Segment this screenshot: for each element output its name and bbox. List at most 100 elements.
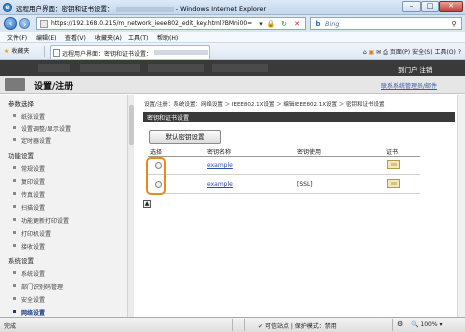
sidebar-section-function-settings: 功能设置	[8, 152, 34, 160]
column-header-key-usage: 密钥使用	[297, 149, 322, 156]
magnifier-icon[interactable]: ⚲	[449, 19, 459, 29]
certificate-icon[interactable]	[387, 179, 400, 188]
redacted-text	[212, 64, 268, 72]
tab-title: 远程用户界面：密钥和证书设置：	[62, 51, 153, 58]
stop-icon[interactable]: ✕	[292, 19, 302, 29]
sidebar-item-printer-settings[interactable]: 打印机设置	[13, 229, 51, 238]
zoom-level[interactable]: 🔍 100% ▾	[411, 321, 443, 328]
close-button[interactable]: ✕	[439, 1, 463, 12]
sidebar-item-paper-settings[interactable]: 纸张设置	[13, 112, 45, 121]
menu-help[interactable]: 帮助(H)	[157, 33, 178, 42]
key-name-link[interactable]: example	[207, 162, 233, 169]
page-scrollbar[interactable]	[457, 95, 465, 317]
app-top-bar: 到门户 注销	[0, 60, 465, 76]
sidebar-item-system-settings[interactable]: 系统设置	[13, 269, 45, 278]
favorites-bar: ★ 收藏夹 远程用户界面：密钥和证书设置： ⌂ ▣ ✉ ⎙ 页面(P) 安全(S…	[0, 43, 465, 60]
favorites-label: 收藏夹	[11, 48, 30, 55]
sidebar-item-timer-settings[interactable]: 定时器设置	[13, 136, 51, 145]
sidebar-item-department-id[interactable]: 部门识别码管理	[13, 282, 63, 291]
bing-icon: b	[315, 20, 321, 28]
favorites-button[interactable]: ★ 收藏夹	[4, 46, 29, 55]
dropdown-arrow-icon: ▾	[439, 321, 443, 328]
search-box[interactable]: b Bing ⚲	[310, 17, 462, 30]
page-icon	[40, 20, 48, 28]
window-title-bar: e 远程用户界面：密钥和证书设置： - Windows Internet Exp…	[0, 0, 465, 15]
tools-menu[interactable]: 工具(O)	[434, 49, 455, 56]
section-header: 密钥和证书设置	[143, 112, 455, 122]
key-usage: [SSL]	[297, 181, 313, 188]
column-header-select: 选择	[150, 149, 163, 156]
sidebar-item-access-print-settings[interactable]: 功能更新打印设置	[13, 216, 69, 225]
sidebar-scroll-thumb[interactable]	[129, 105, 134, 145]
internet-explorer-icon: e	[3, 3, 12, 12]
check-icon: ✔	[258, 323, 264, 330]
back-button[interactable]: ‹	[4, 17, 17, 30]
key-table: 选择 密钥名称 密钥使用 证书 example example [SSL]	[148, 147, 420, 197]
security-zone[interactable]: ✔ 可信站点 | 保护模式：禁用	[258, 321, 337, 330]
command-bar: ⌂ ▣ ✉ ⎙ 页面(P) 安全(S) 工具(O) ?	[363, 47, 461, 57]
sidebar-section-system-settings: 系统设置	[8, 257, 34, 265]
menu-view[interactable]: 查看(V)	[65, 33, 86, 42]
sidebar-item-scan-settings[interactable]: 扫描设置	[13, 203, 45, 212]
sidebar-item-network-settings[interactable]: 网络设置	[13, 308, 45, 317]
menu-bar: 文件(F) 编辑(E) 查看(V) 收藏夹(A) 工具(T) 帮助(H)	[0, 32, 465, 43]
lock-icon[interactable]: 🔒	[266, 19, 276, 29]
sidebar: 参数选择 纸张设置 设置调整/显示设置 定时器设置 功能设置 常规设置 复印设置…	[0, 95, 134, 317]
menu-edit[interactable]: 编辑(E)	[36, 33, 56, 42]
minimize-button[interactable]: –	[402, 1, 421, 12]
safety-menu[interactable]: 安全(S)	[412, 49, 433, 56]
breadcrumb: 设置/注册：系统设置：网络设置 ＞ IEEE802.1X设置 ＞ 编辑IEEE8…	[144, 102, 385, 108]
help-menu[interactable]: ?	[458, 49, 461, 56]
sidebar-scrollbar[interactable]	[127, 95, 134, 317]
redacted-text	[38, 64, 70, 72]
address-toolbar: ‹ › https://192.168.0.215/m_network_ieee…	[0, 15, 465, 32]
redacted-text	[80, 64, 140, 72]
page-menu[interactable]: 页面(P)	[390, 49, 410, 56]
print-icon[interactable]: ⎙	[383, 49, 388, 56]
url-text[interactable]: https://192.168.0.215/m_network_ieee802_…	[51, 20, 252, 27]
redacted-text	[148, 64, 204, 72]
certificate-icon[interactable]	[387, 160, 400, 169]
window-title: 远程用户界面：密钥和证书设置： - Windows Internet Explo…	[16, 5, 267, 13]
status-text: 完成	[4, 323, 17, 330]
dropdown-arrow-icon[interactable]: ▾	[256, 19, 266, 29]
table-row: example	[148, 157, 420, 175]
search-placeholder[interactable]: Bing	[325, 20, 340, 28]
key-name-link[interactable]: example	[207, 181, 233, 188]
menu-file[interactable]: 文件(F)	[7, 33, 27, 42]
page-icon	[53, 49, 60, 57]
column-header-certificate: 证书	[386, 149, 399, 156]
admin-contact-link[interactable]: 联系系统管理员/邮件	[381, 81, 437, 90]
radio-highlight-annotation	[146, 157, 166, 195]
browser-tab[interactable]: 远程用户界面：密钥和证书设置：	[50, 45, 210, 59]
sidebar-item-fax-settings[interactable]: 传真设置	[13, 190, 45, 199]
sidebar-item-receive-settings[interactable]: 接收设置	[13, 242, 45, 251]
logout-link[interactable]: 注销	[419, 66, 432, 74]
feeds-icon[interactable]: ▣	[369, 49, 375, 56]
star-icon: ★	[4, 48, 10, 55]
sidebar-item-copy-settings[interactable]: 复印设置	[13, 177, 45, 186]
top-links: 到门户 注销	[398, 64, 432, 74]
menu-tools[interactable]: 工具(T)	[128, 33, 148, 42]
back-to-top-icon[interactable]: ▲	[143, 200, 151, 208]
default-key-settings-button[interactable]: 默认密钥设置	[149, 130, 221, 144]
sidebar-item-security-settings[interactable]: 安全设置	[13, 295, 45, 304]
status-bar: 完成 ✔ 可信站点 | 保护模式：禁用 ⚙ 🔍 100% ▾	[0, 317, 465, 332]
zoom-icon: 🔍	[411, 321, 419, 328]
mail-icon[interactable]: ✉	[376, 49, 381, 56]
protected-mode-icon[interactable]: ⚙	[397, 320, 403, 328]
menu-favorites[interactable]: 收藏夹(A)	[95, 33, 122, 42]
refresh-icon[interactable]: ↻	[279, 19, 289, 29]
home-icon[interactable]: ⌂	[363, 49, 367, 56]
portal-link[interactable]: 到门户	[398, 66, 418, 74]
address-field[interactable]: https://192.168.0.215/m_network_ieee802_…	[36, 17, 306, 30]
sidebar-item-general-settings[interactable]: 常规设置	[13, 164, 45, 173]
sidebar-section-preferences: 参数选择	[8, 100, 34, 108]
sidebar-item-display-settings[interactable]: 设置调整/显示设置	[13, 124, 71, 133]
maximize-button[interactable]: □	[421, 1, 439, 12]
page-title: 设置/注册	[34, 82, 74, 92]
settings-logo-icon	[5, 78, 25, 91]
column-header-key-name: 密钥名称	[207, 149, 232, 156]
app-header: 设置/注册 联系系统管理员/邮件	[0, 76, 465, 94]
forward-button[interactable]: ›	[19, 18, 30, 29]
